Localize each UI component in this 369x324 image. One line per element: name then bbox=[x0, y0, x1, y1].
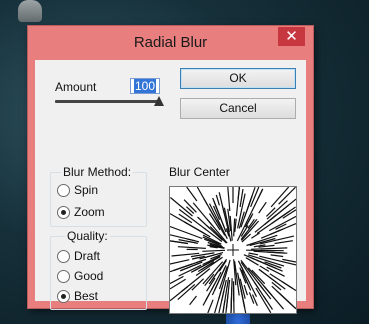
blur-streak bbox=[233, 218, 236, 237]
blur-streak bbox=[241, 269, 252, 291]
radio-draft-label: Draft bbox=[74, 249, 101, 263]
blur-streak bbox=[202, 249, 226, 252]
quality-legend: Quality: bbox=[65, 229, 110, 243]
radio-spin-label: Spin bbox=[74, 183, 99, 197]
dialog-title: Radial Blur bbox=[133, 34, 208, 51]
blur-streak bbox=[169, 225, 203, 240]
ok-button[interactable]: OK bbox=[180, 68, 296, 89]
blur-streak bbox=[170, 197, 193, 217]
blur-center-preview[interactable] bbox=[169, 186, 297, 314]
amount-value: 100 bbox=[133, 79, 157, 93]
blur-streak bbox=[215, 194, 220, 206]
blur-streak bbox=[178, 213, 193, 224]
radio-good-label: Good bbox=[74, 269, 104, 283]
background-figure-top bbox=[18, 0, 42, 22]
blur-streak bbox=[243, 284, 248, 296]
blur-streak bbox=[169, 259, 190, 265]
blur-streak bbox=[271, 281, 282, 291]
blur-streak bbox=[269, 229, 281, 235]
radio-zoom-button[interactable] bbox=[57, 206, 70, 219]
blur-streak bbox=[224, 259, 231, 279]
close-icon: ✕ bbox=[285, 27, 298, 45]
blur-streak bbox=[248, 252, 259, 256]
zoom-blur-preview-icon bbox=[169, 186, 297, 314]
blur-streak bbox=[227, 186, 231, 211]
radio-spin-button[interactable] bbox=[57, 184, 70, 197]
blur-streak bbox=[189, 295, 197, 306]
blur-streak bbox=[257, 188, 264, 200]
blur-streak bbox=[218, 192, 229, 230]
title-bar[interactable]: Radial Blur ✕ bbox=[28, 26, 313, 60]
radial-blur-dialog: Radial Blur ✕ Amount 100 OK Cancel Blur … bbox=[28, 26, 313, 314]
blur-streak bbox=[237, 186, 240, 200]
blur-streak bbox=[282, 261, 297, 266]
blur-streak bbox=[177, 246, 206, 249]
dialog-body: Amount 100 OK Cancel Blur Method: Spin Z… bbox=[35, 60, 306, 314]
amount-slider-thumb[interactable] bbox=[154, 96, 164, 106]
blur-streak bbox=[274, 240, 293, 245]
blur-streak bbox=[258, 201, 267, 214]
radio-good-button[interactable] bbox=[57, 270, 70, 283]
blur-streak bbox=[270, 254, 284, 258]
blur-streak bbox=[197, 216, 211, 229]
blur-streak bbox=[202, 293, 211, 306]
blur-method-legend: Blur Method: bbox=[61, 165, 134, 179]
blur-streak bbox=[169, 278, 186, 290]
blur-streak bbox=[269, 251, 281, 254]
radio-best-button[interactable] bbox=[57, 290, 70, 303]
blur-streak bbox=[271, 285, 293, 306]
blur-streak bbox=[281, 280, 297, 292]
blur-streak bbox=[222, 300, 226, 314]
blur-streak bbox=[191, 278, 205, 291]
radio-draft-button[interactable] bbox=[57, 250, 70, 263]
amount-slider-track[interactable] bbox=[55, 100, 159, 103]
blur-streak bbox=[186, 186, 198, 202]
blur-streak bbox=[251, 232, 260, 239]
cancel-button[interactable]: Cancel bbox=[180, 98, 296, 119]
amount-input[interactable]: 100 bbox=[130, 78, 160, 94]
radio-best-label: Best bbox=[74, 289, 99, 303]
blur-streak bbox=[250, 247, 288, 250]
blur-center-label: Blur Center bbox=[169, 165, 230, 179]
blur-streak bbox=[266, 200, 288, 220]
blur-streak bbox=[269, 215, 297, 232]
blur-streak bbox=[248, 292, 255, 304]
blur-streak bbox=[249, 237, 276, 247]
close-button[interactable]: ✕ bbox=[278, 27, 305, 46]
blur-streak bbox=[230, 278, 233, 314]
radio-zoom-label: Zoom bbox=[74, 205, 105, 219]
blur-streak bbox=[243, 187, 256, 218]
blur-streak bbox=[207, 299, 214, 314]
amount-label: Amount bbox=[55, 80, 97, 94]
